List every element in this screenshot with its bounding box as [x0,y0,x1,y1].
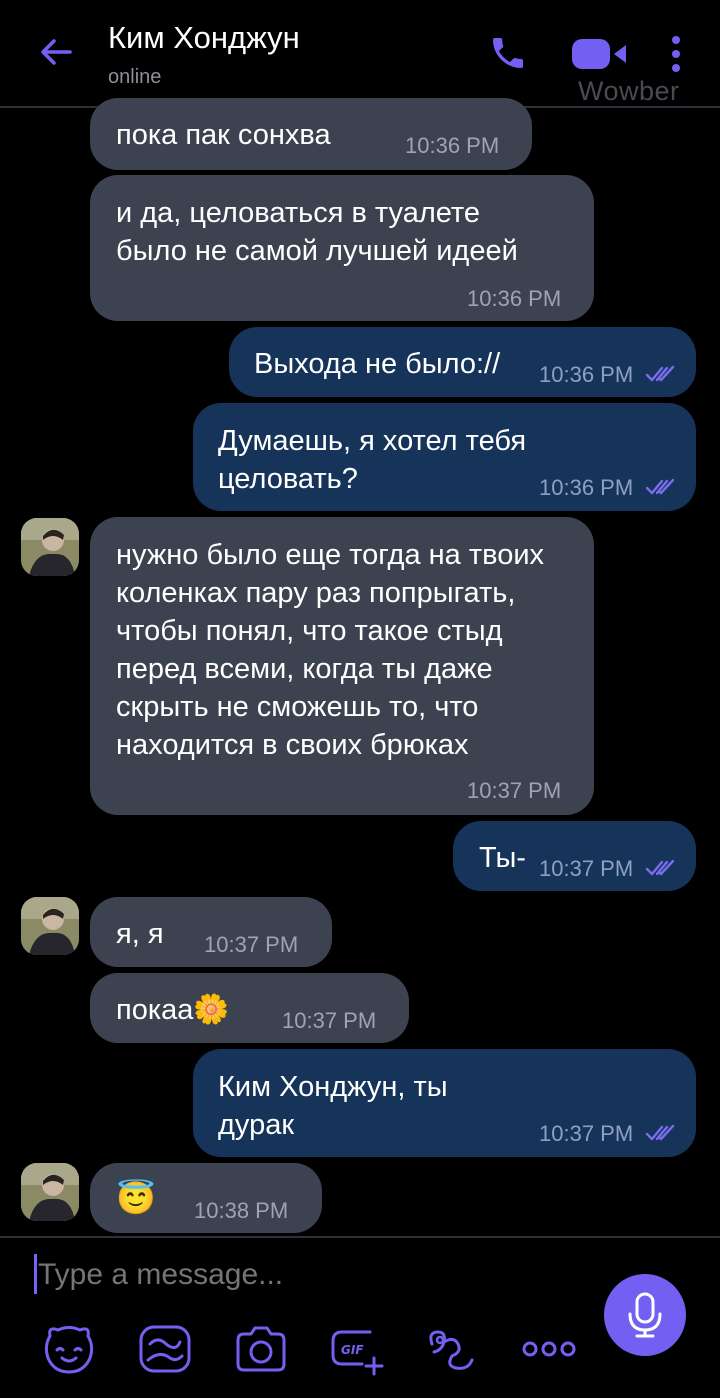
message-bubble-incoming[interactable]: 😇 10:38 PM [90,1163,322,1233]
message-bubble-incoming[interactable]: пока пак сонхва 10:36 PM [90,98,532,170]
contact-status: online [108,66,162,88]
message-text: и да, целоваться в туалете было не самой… [116,197,518,267]
more-vertical-icon[interactable] [664,33,688,77]
contact-avatar[interactable] [21,1163,79,1221]
message-text: 😇 [116,1180,156,1216]
message-text: нужно было еще тогда на твоих коленках п… [116,539,545,761]
avatar-photo [21,897,79,955]
read-receipt-icon [645,365,675,382]
doodle-icon[interactable] [136,1322,194,1376]
message-bubble-incoming[interactable]: покаа🌼 10:37 PM [90,973,409,1043]
sticker-icon[interactable] [40,1322,98,1376]
message-text: пока пак сонхва [116,119,331,151]
avatar-photo [21,518,79,576]
video-camera-icon[interactable] [570,35,628,73]
camera-icon[interactable] [232,1322,290,1376]
location-icon[interactable] [424,1322,482,1376]
message-text: Выхода не было:// [254,348,501,380]
message-time: 10:37 PM [204,932,299,957]
message-text: Ты- [479,842,526,874]
message-time: 10:37 PM [282,1008,377,1033]
back-arrow-icon[interactable] [34,30,78,74]
message-time: 10:36 PM [539,362,634,387]
message-text: я, я [116,918,164,950]
message-bubble-outgoing[interactable]: Ты- 10:37 PM [453,821,696,891]
message-bubble-incoming[interactable]: я, я 10:37 PM [90,897,332,967]
message-bubble-outgoing[interactable]: Ким Хонджун, ты дурак 10:37 PM [193,1049,696,1157]
message-bubble-incoming[interactable]: нужно было еще тогда на твоих коленках п… [90,517,594,815]
contact-name[interactable]: Ким Хонджун [108,20,300,56]
more-horizontal-icon[interactable] [520,1322,578,1376]
message-time: 10:38 PM [194,1198,289,1223]
watermark-text: Wowber [578,76,680,106]
message-time: 10:36 PM [467,286,562,311]
gif-icon[interactable]: GIF [328,1322,386,1376]
contact-avatar[interactable] [21,897,79,955]
message-bubble-incoming[interactable]: и да, целоваться в туалете было не самой… [90,175,594,321]
message-text: Ким Хонджун, ты дурак [218,1071,448,1141]
message-bubble-outgoing[interactable]: Выхода не было:// 10:36 PM [229,327,696,397]
message-time: 10:36 PM [405,133,500,158]
message-time: 10:36 PM [539,475,634,500]
message-text: покаа🌼 [116,994,230,1026]
avatar-photo [21,1163,79,1221]
phone-icon[interactable] [488,33,528,73]
read-receipt-icon [645,859,675,876]
contact-avatar[interactable] [21,518,79,576]
svg-text:GIF: GIF [341,1343,364,1357]
message-input[interactable] [38,1258,578,1292]
message-time: 10:37 PM [539,856,634,881]
message-time: 10:37 PM [539,1121,634,1146]
text-cursor [34,1254,37,1294]
message-time: 10:37 PM [467,778,562,803]
read-receipt-icon [645,1124,675,1141]
chat-header: Ким Хонджун online Wowber [0,0,720,108]
message-bubble-outgoing[interactable]: Думаешь, я хотел тебя целовать? 10:36 PM [193,403,696,511]
microphone-icon [628,1292,662,1338]
microphone-button[interactable] [604,1274,686,1356]
read-receipt-icon [645,478,675,495]
